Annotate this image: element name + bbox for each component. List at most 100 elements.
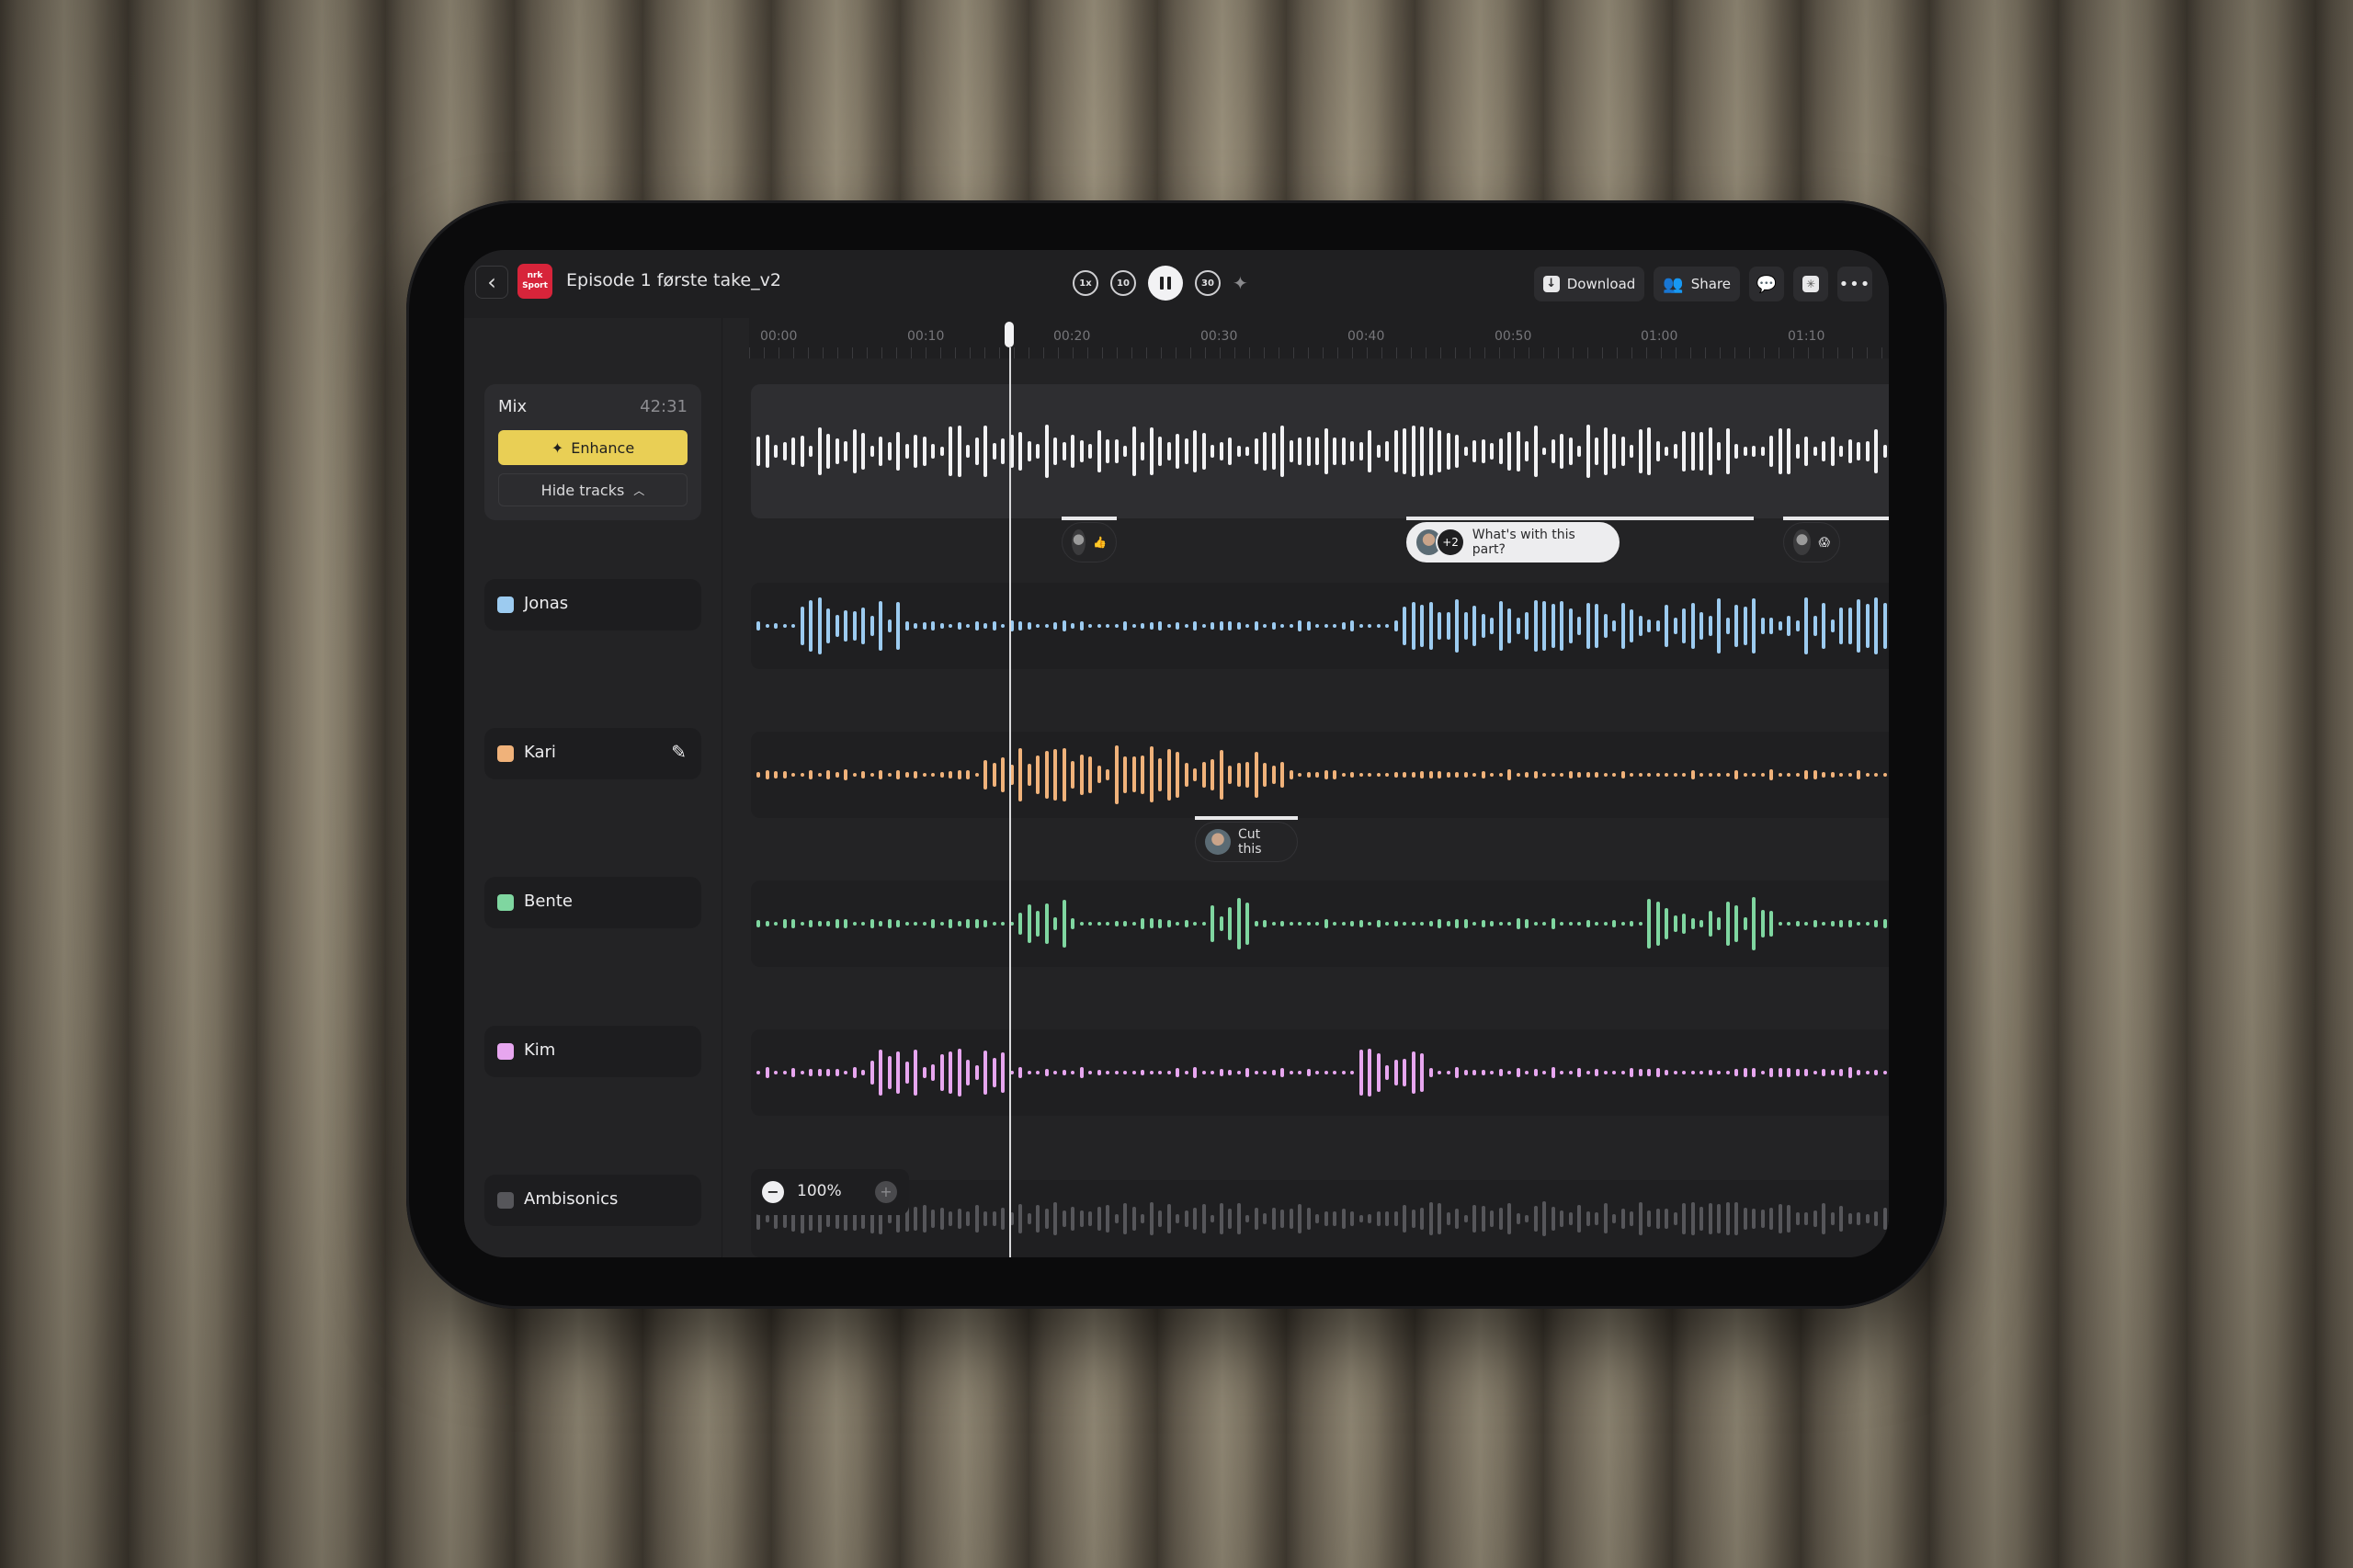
waveform-bar <box>939 446 944 457</box>
top-bar: ‹ nrk Sport Episode 1 første take_v2 1x … <box>464 250 1889 318</box>
waveform-bar <box>914 922 917 926</box>
waveform-bar <box>1655 1208 1660 1230</box>
waveform-bar <box>1368 922 1371 926</box>
waveform-bar <box>1498 1208 1503 1230</box>
waveform-bar <box>1298 1071 1302 1074</box>
mix-waveform-lane[interactable] <box>751 384 1889 518</box>
playback-speed-button[interactable]: 1x <box>1073 270 1098 296</box>
waveform-bar <box>1516 617 1520 635</box>
waveform-bar <box>1018 432 1022 471</box>
waveform-bar <box>1463 1214 1468 1223</box>
waveform-bar <box>1219 916 1223 931</box>
waveform-bar <box>879 770 882 779</box>
waveform-bar <box>1673 617 1677 635</box>
comment-reaction-chip[interactable]: 👍 <box>1062 522 1117 562</box>
sparkle-icon[interactable]: ✦ <box>1233 272 1248 294</box>
kim-waveform-lane[interactable] <box>751 1029 1889 1116</box>
back-button[interactable]: ‹ <box>475 266 508 299</box>
waveform-bar <box>1358 919 1363 928</box>
waveform-bar <box>782 441 787 461</box>
settings-button[interactable]: ✳ <box>1793 267 1828 301</box>
waveform-bar <box>1481 1070 1485 1075</box>
download-button[interactable]: ↓ Download <box>1533 267 1645 301</box>
timeline-ruler[interactable]: 00:00 00:10 00:20 00:30 00:40 00:50 01:0… <box>749 318 1889 358</box>
rewind-10-button[interactable]: 10 <box>1110 270 1136 296</box>
track-label-kim[interactable]: Kim <box>484 1026 701 1077</box>
comment-range-marker <box>1195 816 1298 820</box>
waveform-bar <box>1830 1070 1835 1075</box>
chevron-up-icon: ︿ <box>633 483 645 497</box>
waveform-bar <box>1271 921 1276 926</box>
waveform-bar <box>1804 597 1808 655</box>
waveform-bar <box>1551 773 1555 777</box>
track-sidebar: Mix 42:31 ✦ Enhance Hide tracks ︿ Jonas … <box>464 318 722 1257</box>
waveform-bar <box>1725 1202 1730 1235</box>
waveform-bar <box>1053 1202 1057 1235</box>
track-label-bente[interactable]: Bente <box>484 877 701 928</box>
more-button[interactable]: ••• <box>1837 267 1872 301</box>
waveform-bar <box>1236 898 1241 949</box>
waveform-bar <box>1027 1071 1031 1074</box>
waveform-bar <box>1428 427 1433 475</box>
waveform-bar <box>1446 432 1450 470</box>
comment-reaction-chip[interactable]: 😱 <box>1783 522 1840 562</box>
track-label-ambisonics[interactable]: Ambisonics <box>484 1175 701 1226</box>
jonas-waveform-lane[interactable] <box>751 583 1889 669</box>
waveform-bar <box>1525 919 1529 928</box>
playhead-handle[interactable] <box>1005 322 1014 347</box>
waveform-bar <box>1699 611 1703 641</box>
waveform-bar <box>1595 604 1598 648</box>
waveform-bar <box>966 623 970 629</box>
waveform-bar <box>1271 1207 1276 1231</box>
track-color-swatch <box>497 597 514 613</box>
waveform-bar <box>1857 1070 1860 1075</box>
sparkle-icon: ✦ <box>551 438 564 457</box>
waveform-bar <box>1516 430 1520 472</box>
waveform-bar <box>1455 435 1459 468</box>
waveform-bar <box>809 1068 813 1077</box>
share-button[interactable]: 👥 Share <box>1654 267 1740 301</box>
waveform-bar <box>939 1053 944 1092</box>
comments-button[interactable]: 💬 <box>1749 267 1784 301</box>
bente-waveform-lane[interactable] <box>751 881 1889 967</box>
waveform-bar <box>782 1071 787 1074</box>
waveform-bar <box>1149 1202 1154 1235</box>
zoom-in-button[interactable]: + <box>875 1181 897 1203</box>
waveform-bar <box>1717 1071 1721 1074</box>
enhance-button[interactable]: ✦ Enhance <box>498 430 688 465</box>
waveform-bar <box>1141 622 1144 630</box>
comment-thread-chip[interactable]: +2 What's with this part? <box>1406 522 1620 562</box>
waveform-bar <box>1368 624 1371 628</box>
waveform-bar <box>809 769 813 780</box>
waveform-bar <box>1507 769 1511 780</box>
waveform-bar <box>1263 762 1267 787</box>
waveform-bar <box>1141 442 1144 460</box>
waveform-bar <box>1865 604 1870 648</box>
waveform-bar <box>1280 1209 1284 1229</box>
pause-icon-bar <box>1167 277 1171 290</box>
waveform-bar <box>939 1207 944 1231</box>
waveform-bar <box>1411 601 1415 651</box>
track-name: Ambisonics <box>524 1189 619 1209</box>
pencil-icon[interactable]: ✎ <box>671 741 687 763</box>
ambisonics-waveform-lane[interactable] <box>751 1180 1889 1257</box>
waveform-bar <box>1655 901 1660 947</box>
waveform-bar <box>1673 773 1677 777</box>
waveform-bar <box>1813 1210 1817 1228</box>
pause-button[interactable] <box>1148 266 1183 301</box>
waveform-bar <box>1630 1210 1633 1227</box>
waveform-bar <box>1324 918 1328 929</box>
hide-tracks-button[interactable]: Hide tracks ︿ <box>498 473 688 506</box>
waveform-bar <box>1533 1206 1538 1232</box>
waveform-bar <box>1595 437 1598 466</box>
forward-30-button[interactable]: 30 <box>1195 270 1221 296</box>
waveform-bar <box>1141 1213 1144 1224</box>
kari-waveform-lane[interactable] <box>751 732 1889 818</box>
waveform-bar <box>1053 917 1057 930</box>
zoom-out-button[interactable]: − <box>762 1181 784 1203</box>
track-label-jonas[interactable]: Jonas <box>484 579 701 631</box>
comment-note-chip[interactable]: Cut this <box>1195 822 1298 862</box>
waveform-bar <box>1141 1069 1144 1076</box>
track-label-kari[interactable]: Kari ✎ <box>484 728 701 779</box>
waveform-bar <box>852 773 857 777</box>
